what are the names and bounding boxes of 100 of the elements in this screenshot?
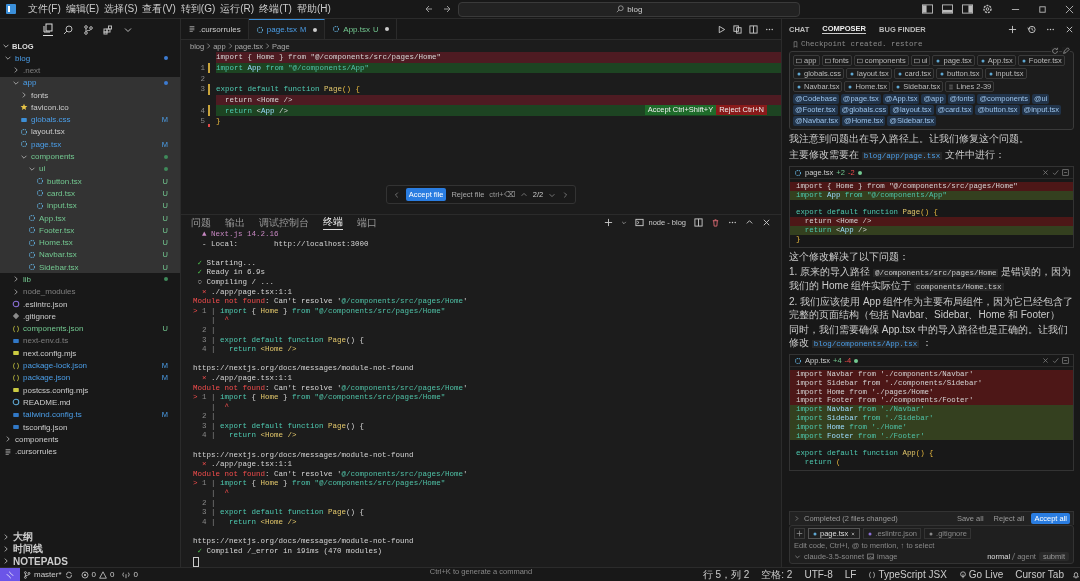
apply-icon[interactable] (1062, 169, 1069, 176)
tree-item[interactable]: .gitignore (0, 310, 180, 323)
message-text: 这个修改解决了以下问题： (789, 250, 910, 264)
close-icon[interactable] (850, 530, 857, 537)
section-header[interactable]: 大纲 (0, 531, 180, 543)
panel-tab[interactable]: 调试控制台 (259, 215, 309, 230)
menu-item[interactable]: 帮助(H) (296, 2, 331, 16)
menu-item[interactable]: 转到(G) (180, 2, 216, 16)
status-item[interactable]: UTF-8 (804, 568, 833, 581)
menu-item[interactable]: 查看(V) (142, 2, 176, 16)
menu-item[interactable]: 选择(S) (104, 2, 138, 16)
status-item[interactable]: Go Live (968, 568, 1004, 581)
tree-item[interactable]: node_modules (0, 285, 180, 298)
split-terminal-icon[interactable] (694, 218, 703, 227)
tree-item[interactable]: favicon.ico (0, 101, 180, 114)
split-editor-icon[interactable] (749, 24, 758, 34)
apply-icon[interactable] (1062, 357, 1069, 365)
add-context-button[interactable] (794, 528, 805, 539)
settings-icon[interactable] (982, 4, 993, 14)
menu-item[interactable]: 终端(T) (259, 2, 292, 16)
tree-item[interactable]: README.md (0, 396, 180, 409)
error-count[interactable]: 0 (91, 570, 96, 579)
message-text: 我注意到问题出在导入路径上。让我们修复这个问题。 (789, 133, 1030, 146)
image-icon[interactable] (867, 553, 875, 560)
tree-item[interactable]: .eslintrc.json (0, 297, 180, 311)
sidebar-toggle-icon[interactable] (922, 4, 933, 14)
maximize-icon[interactable] (1038, 4, 1047, 14)
tree-item[interactable]: postcss.config.mjs (0, 384, 180, 397)
tree-item[interactable]: next-env.d.ts (0, 334, 180, 348)
chevron-right-icon (206, 42, 212, 50)
folder-icon (796, 57, 802, 64)
close-icon[interactable] (762, 218, 771, 227)
error-icon[interactable] (80, 570, 89, 579)
rules-file-icon (4, 447, 12, 456)
status-item[interactable]: Cursor Tab (1015, 568, 1064, 581)
json-file-icon (12, 324, 20, 333)
tree-item[interactable]: .next (0, 64, 180, 77)
branch-name[interactable]: master* (34, 570, 62, 579)
compare-icon[interactable] (733, 24, 742, 34)
history-icon[interactable] (1027, 24, 1036, 34)
chevron-up-icon[interactable] (745, 218, 754, 227)
search-icon[interactable] (63, 24, 73, 35)
tree-item[interactable]: tsconfig.json (0, 420, 180, 434)
ports-count[interactable]: 0 (133, 570, 138, 579)
chevron-down-icon[interactable] (2, 42, 10, 50)
search-icon (616, 5, 625, 13)
status-item[interactable]: LF (844, 568, 857, 581)
plus-icon[interactable] (1008, 24, 1017, 34)
check-icon[interactable] (1052, 169, 1059, 176)
tree-item[interactable]: .cursorrules (0, 445, 180, 458)
remote-icon (6, 570, 14, 579)
menu-item[interactable]: 文件(F) (28, 2, 61, 16)
check-icon[interactable] (1052, 357, 1059, 365)
section-header[interactable]: NOTEPADS (0, 555, 180, 567)
tree-item[interactable]: components (0, 433, 180, 446)
status-item[interactable]: 行 5，列 2 (702, 568, 750, 581)
source-control-icon[interactable] (83, 24, 93, 35)
tree-item[interactable]: components (0, 150, 180, 163)
warning-count[interactable]: 0 (110, 570, 115, 579)
chevron-right-icon (227, 42, 233, 50)
status-item[interactable]: TypeScript JSX (878, 568, 947, 581)
forward-arrow-icon[interactable] (442, 4, 453, 14)
git-branch-icon (23, 570, 31, 579)
sync-icon[interactable] (64, 570, 73, 579)
menu-item[interactable]: 编辑(E) (65, 2, 100, 16)
file-icon (1020, 57, 1027, 64)
tree-item[interactable]: lib (0, 273, 180, 286)
back-arrow-icon[interactable] (424, 4, 435, 14)
section-header[interactable]: 时间线 (0, 543, 180, 555)
tree-item[interactable]: next.config.mjs (0, 347, 180, 360)
warning-icon[interactable] (99, 570, 107, 579)
close-icon[interactable] (1065, 24, 1074, 34)
panel-tab[interactable]: 终端 (323, 215, 343, 230)
react-file-icon (255, 25, 264, 34)
plus-icon[interactable] (604, 218, 614, 227)
refresh-icon[interactable] (1051, 47, 1059, 55)
tree-item[interactable]: app (0, 76, 180, 89)
edit-icon[interactable] (1062, 47, 1070, 55)
star-file-icon (20, 103, 28, 112)
eslint-file-icon (12, 300, 20, 309)
menu-item[interactable]: 运行(R) (220, 2, 255, 16)
search-field[interactable]: blog (458, 1, 801, 17)
antenna-icon[interactable] (122, 570, 131, 579)
tree-item[interactable]: blog (0, 52, 180, 65)
files-icon[interactable] (43, 23, 53, 36)
close-icon[interactable] (1065, 4, 1074, 14)
panel-toggle-icon[interactable] (942, 4, 953, 14)
bell-icon[interactable] (1072, 570, 1080, 579)
editor-tab[interactable]: .cursorrules (181, 19, 249, 39)
panel-tab[interactable]: 端口 (357, 215, 377, 230)
panel-tab[interactable]: 问题 (191, 215, 211, 230)
eslint-file-icon (867, 530, 874, 537)
status-item[interactable]: 空格: 2 (761, 568, 793, 581)
trash-icon[interactable] (711, 218, 720, 227)
braces-icon (868, 570, 877, 579)
panel-tab[interactable]: 输出 (225, 215, 245, 230)
extensions-icon[interactable] (103, 24, 113, 35)
run-icon[interactable] (717, 24, 726, 34)
message-text: 2. 我们应该使用 App 组件作为主要布局组件，因为它已经包含了完整的页面结构（包括 Navbar、Sidebar、Home 和 Footer） (789, 296, 1074, 322)
secondary-sidebar-icon[interactable] (962, 4, 973, 14)
